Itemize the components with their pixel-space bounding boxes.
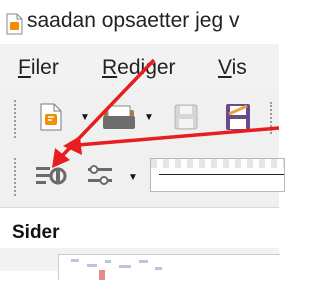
standard-toolbar: ▼ ▼ [0, 90, 279, 146]
combo-line-preview [159, 174, 284, 175]
sidebar-settings-icon[interactable] [34, 163, 68, 189]
menu-view[interactable]: Vis [218, 56, 247, 80]
slide-thumbnail-preview [71, 259, 162, 280]
menu-file[interactable]: Filer [18, 56, 59, 80]
menu-file-label-rest: iler [30, 56, 59, 79]
menu-file-mnemonic: F [18, 56, 31, 79]
save-icon[interactable] [172, 102, 200, 132]
combo-pattern [151, 159, 284, 168]
slides-panel: Sider [0, 208, 280, 280]
toolbar-grip[interactable] [14, 158, 18, 196]
menu-edit-label-rest: ediger [117, 56, 176, 79]
menu-bar: Filer Rediger Vis [0, 44, 279, 90]
menu-view-mnemonic: V [218, 56, 232, 79]
edit-document-icon[interactable] [223, 101, 253, 133]
slide-thumbnail[interactable] [58, 254, 280, 280]
new-document-dropdown-caret[interactable]: ▼ [80, 112, 90, 123]
impress-document-icon [6, 13, 23, 35]
toolbar-grip[interactable] [14, 100, 18, 138]
open-folder-icon[interactable] [101, 102, 137, 132]
formatting-toolbar: ▼ [0, 146, 285, 208]
menu-edit-mnemonic: R [102, 56, 118, 79]
toolbar-separator [270, 102, 274, 134]
menu-edit[interactable]: Rediger [102, 56, 176, 80]
line-style-dropdown-caret[interactable]: ▼ [128, 172, 138, 183]
panel-title: Sider [12, 222, 60, 243]
open-dropdown-caret[interactable]: ▼ [144, 112, 154, 123]
window-title: saadan opsaetter jeg v [27, 9, 240, 32]
title-bar: saadan opsaetter jeg v [0, 0, 279, 44]
line-style-icon[interactable] [84, 163, 118, 189]
menu-view-label-rest: is [231, 56, 247, 79]
new-document-icon[interactable] [37, 102, 65, 132]
line-style-combobox[interactable] [150, 158, 285, 192]
